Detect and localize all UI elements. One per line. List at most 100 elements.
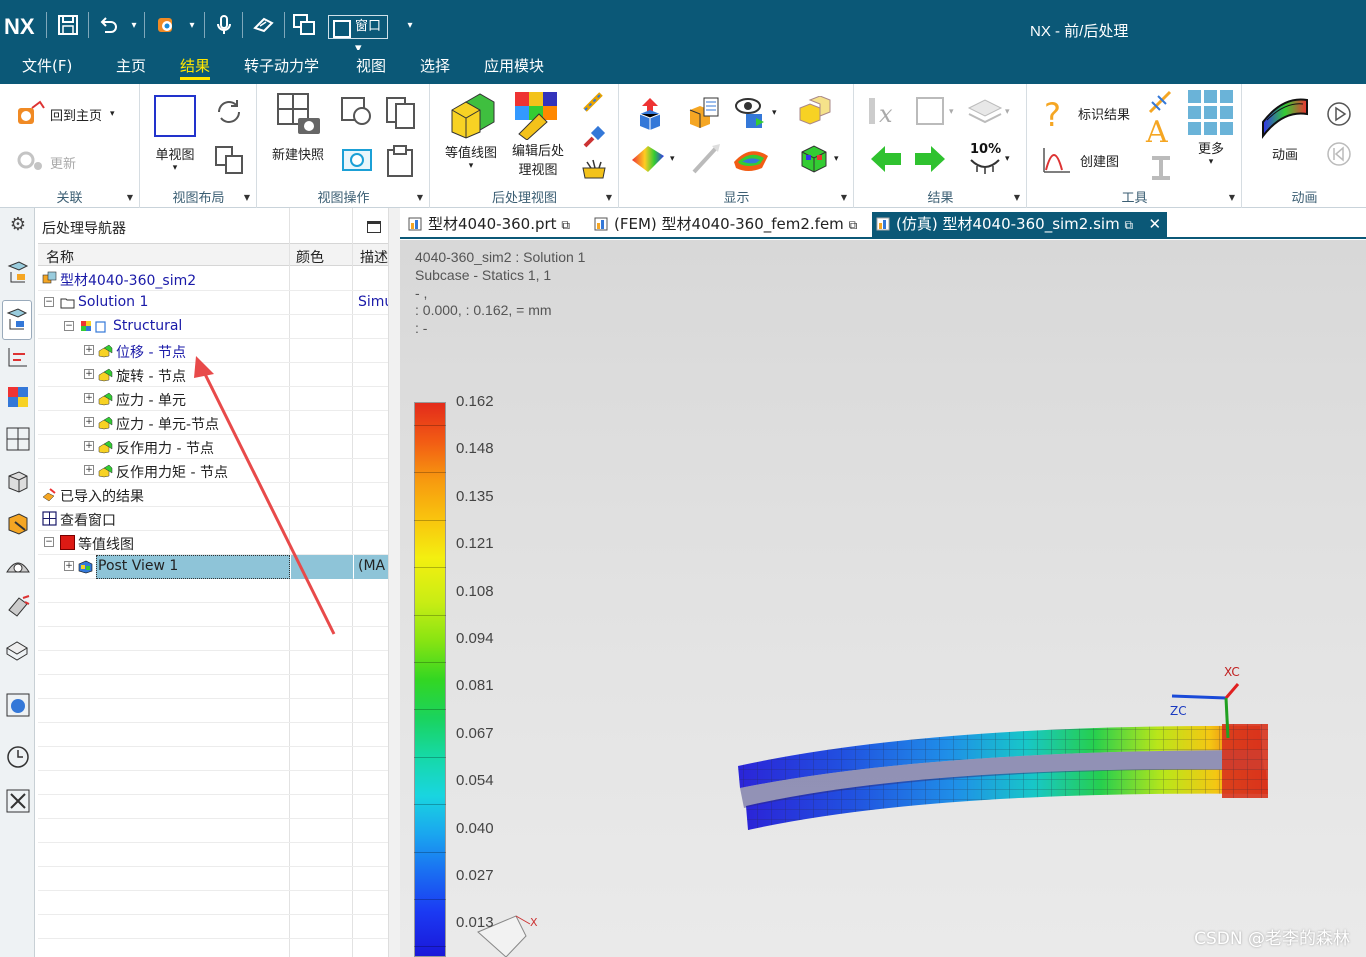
expression-button[interactable]: x bbox=[867, 96, 901, 128]
results-box-button[interactable]: ▾ bbox=[915, 96, 954, 128]
legend-value-label: 0.135 bbox=[456, 487, 494, 505]
menu-applications[interactable]: 应用模块 bbox=[484, 56, 544, 80]
menu-file[interactable]: 文件(F) bbox=[22, 56, 72, 80]
text-annotation-button[interactable]: A bbox=[1146, 118, 1168, 148]
edit-post-view-button[interactable]: 编辑后处 理视图 bbox=[511, 90, 565, 178]
tab-sim[interactable]: (仿真) 型材4040-360_sim2.sim ⧉ ✕ bbox=[872, 212, 1168, 239]
column-name[interactable]: 名称 bbox=[46, 247, 74, 267]
expand-toggle[interactable]: + bbox=[64, 561, 74, 571]
window-menu[interactable]: 窗口 ▾ bbox=[328, 15, 388, 56]
expand-toggle[interactable]: + bbox=[84, 345, 94, 355]
element-shrink-button[interactable] bbox=[796, 96, 832, 128]
refresh-view-button[interactable] bbox=[213, 96, 245, 128]
undo-icon[interactable] bbox=[96, 13, 120, 37]
copy-view-button[interactable] bbox=[384, 96, 418, 130]
clock-history-icon[interactable] bbox=[5, 744, 31, 770]
group-dropdown-icon[interactable]: ▼ bbox=[127, 193, 133, 202]
menu-rotor-dynamics[interactable]: 转子动力学 bbox=[244, 56, 319, 80]
tree-row-structural[interactable]: − Structural bbox=[38, 315, 390, 339]
column-color[interactable]: 颜色 bbox=[296, 247, 324, 267]
group-dropdown-icon[interactable]: ▼ bbox=[606, 193, 612, 202]
menu-home[interactable]: 主页 bbox=[116, 56, 146, 80]
capture-button[interactable] bbox=[340, 144, 374, 176]
collapse-toggle[interactable]: − bbox=[44, 297, 54, 307]
collapse-toggle[interactable]: − bbox=[44, 537, 54, 547]
hd3d-tools-icon[interactable] bbox=[5, 510, 31, 536]
layers-button[interactable]: ▾ bbox=[967, 96, 1010, 128]
post-navigator-icon[interactable] bbox=[2, 300, 32, 340]
paste-view-button[interactable] bbox=[384, 144, 418, 178]
more-button[interactable]: 更多 ▾ bbox=[1186, 88, 1236, 167]
menu-view[interactable]: 视图 bbox=[356, 56, 386, 80]
settings-gear-icon[interactable]: ⚙ bbox=[5, 212, 31, 238]
next-result-button[interactable] bbox=[913, 142, 947, 176]
save-icon[interactable] bbox=[56, 13, 80, 37]
marker-button[interactable] bbox=[1148, 154, 1174, 182]
microphone-icon[interactable] bbox=[212, 13, 236, 37]
contour-button[interactable]: 等值线图 ▾ bbox=[445, 90, 497, 171]
tab-fem[interactable]: (FEM) 型材4040-360_fem2.fem ⧉ bbox=[590, 212, 857, 239]
rewind-button[interactable] bbox=[1325, 140, 1353, 168]
play-button[interactable] bbox=[1325, 100, 1353, 128]
tools-wrench-icon[interactable] bbox=[5, 788, 31, 814]
group-dropdown-icon[interactable]: ▼ bbox=[1014, 193, 1020, 202]
create-graph-button[interactable]: 创建图 bbox=[1040, 144, 1119, 176]
display-edges-button[interactable]: ▾ bbox=[798, 142, 839, 176]
fringe-button[interactable]: ▾ bbox=[630, 142, 675, 176]
assembly-navigator-icon[interactable] bbox=[5, 344, 31, 370]
group-dropdown-icon[interactable]: ▼ bbox=[417, 193, 423, 202]
update-icon[interactable] bbox=[154, 13, 178, 37]
single-view-button[interactable]: 单视图 ▾ bbox=[153, 94, 197, 173]
visibility-button[interactable]: ▾ bbox=[734, 96, 777, 130]
collapse-toggle[interactable]: − bbox=[64, 321, 74, 331]
paint-post-view-button[interactable] bbox=[581, 124, 607, 150]
group-dropdown-icon[interactable]: ▼ bbox=[841, 193, 847, 202]
menu-select[interactable]: 选择 bbox=[420, 56, 450, 80]
iso-surface-button[interactable] bbox=[732, 142, 770, 176]
tree-row-solution[interactable]: − Solution 1 Simu bbox=[38, 291, 393, 315]
history-icon[interactable] bbox=[5, 594, 31, 620]
constraint-navigator-icon[interactable] bbox=[5, 384, 31, 410]
customize-quick-access-icon[interactable]: ▾ bbox=[398, 13, 422, 37]
expand-toggle[interactable]: + bbox=[84, 465, 94, 475]
identify-result-button[interactable]: ? 标识结果 bbox=[1040, 96, 1130, 130]
expand-toggle[interactable]: + bbox=[84, 441, 94, 451]
window-layout-button[interactable] bbox=[213, 144, 245, 176]
back-home-button[interactable]: 回到主页 ▾ bbox=[16, 100, 115, 128]
tab-prt[interactable]: 型材4040-360.prt ⧉ bbox=[404, 212, 570, 239]
expand-toggle[interactable]: + bbox=[84, 417, 94, 427]
undo-dropdown-icon[interactable]: ▾ bbox=[122, 13, 146, 37]
column-description[interactable]: 描述 bbox=[360, 247, 388, 267]
previous-result-button[interactable] bbox=[869, 142, 903, 176]
web-browser-icon[interactable] bbox=[5, 552, 31, 578]
display-results-button[interactable] bbox=[686, 96, 722, 130]
expand-toggle[interactable]: + bbox=[84, 369, 94, 379]
deformation-button[interactable] bbox=[634, 96, 666, 130]
system-materials-icon[interactable] bbox=[5, 636, 31, 662]
update-dropdown-icon[interactable]: ▾ bbox=[180, 13, 204, 37]
group-dropdown-icon[interactable]: ▼ bbox=[1229, 193, 1235, 202]
tree-row-sim[interactable]: 型材4040-360_sim2 bbox=[38, 267, 390, 291]
replace-view-button[interactable] bbox=[340, 96, 374, 128]
layout-grid-icon[interactable] bbox=[5, 426, 31, 452]
close-tab-icon[interactable]: ✕ bbox=[1148, 212, 1161, 236]
window-switch-icon[interactable] bbox=[292, 13, 316, 37]
graphics-window[interactable]: 4040-360_sim2 : Solution 1 Subcase - Sta… bbox=[400, 240, 1366, 957]
group-dropdown-icon[interactable]: ▼ bbox=[244, 193, 250, 202]
roles-icon[interactable] bbox=[5, 692, 31, 718]
annotation-button[interactable] bbox=[1146, 88, 1176, 116]
navigator-scrollbar[interactable] bbox=[388, 208, 400, 957]
deform-percent-button[interactable]: 10% ▾ bbox=[967, 142, 1010, 176]
probe-button[interactable] bbox=[688, 142, 724, 176]
markers-post-view-button[interactable] bbox=[581, 156, 607, 182]
scale-post-view-button[interactable] bbox=[581, 90, 607, 116]
part-navigator-icon[interactable] bbox=[5, 260, 31, 286]
touch-mode-icon[interactable] bbox=[252, 13, 276, 37]
menu-results[interactable]: 结果 bbox=[180, 56, 211, 80]
maximize-icon[interactable] bbox=[367, 221, 381, 233]
update-button[interactable]: 更新 bbox=[16, 148, 76, 176]
animation-button[interactable]: 动画 bbox=[1259, 92, 1311, 163]
reuse-library-icon[interactable] bbox=[5, 468, 31, 494]
expand-toggle[interactable]: + bbox=[84, 393, 94, 403]
new-snapshot-button[interactable]: 新建快照 bbox=[272, 92, 324, 163]
